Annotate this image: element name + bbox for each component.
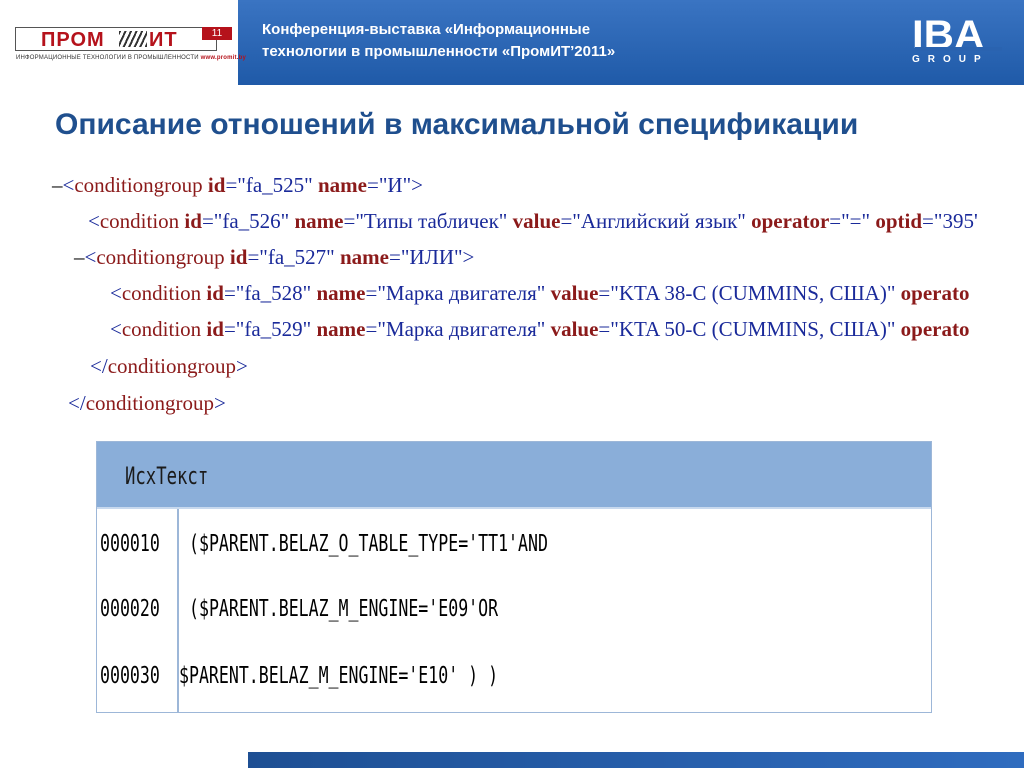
- promit-logo-slash-icon: [119, 31, 147, 47]
- xml-token-punc: </: [68, 391, 86, 415]
- promit-logo: ПРОМ ИТ 11 ИНФОРМАЦИОННЫЕ ТЕХНОЛОГИИ В П…: [0, 0, 246, 85]
- table-row-code: ($PARENT.BELAZ_O_TABLE_TYPE='TT1'AND: [189, 531, 548, 557]
- xml-token-punc: >: [236, 354, 248, 378]
- xml-line: </conditiongroup>: [68, 388, 226, 418]
- xml-token-attr: operator: [745, 209, 830, 233]
- xml-token-attr: value: [507, 209, 561, 233]
- xml-line: <condition id="fa_526" name="Типы таблич…: [88, 206, 978, 236]
- xml-token-attr: name: [289, 209, 344, 233]
- xml-token-val: ="fa_526": [201, 209, 290, 233]
- promit-logo-subtitle-text: ИНФОРМАЦИОННЫЕ ТЕХНОЛОГИИ В ПРОМЫШЛЕННОС…: [16, 55, 199, 61]
- collapse-minus-icon[interactable]: –: [74, 245, 85, 269]
- promit-logo-text-1: ПРОМ: [41, 29, 105, 51]
- xml-token-val: ="=": [829, 209, 871, 233]
- xml-token-punc: <: [110, 281, 122, 305]
- xml-token-attr: name: [334, 245, 389, 269]
- xml-token-punc: </: [90, 354, 108, 378]
- xml-token-val: ="KTA 50-C (CUMMINS, США)": [598, 317, 896, 341]
- table-header-label: ИсхТекст: [125, 462, 209, 490]
- table-row-code: ($PARENT.BELAZ_M_ENGINE='E09'OR: [189, 596, 499, 622]
- xml-token-punc: <: [84, 245, 97, 269]
- xml-token-attr: value: [545, 281, 599, 305]
- xml-token-attr: operato: [895, 317, 970, 341]
- xml-token-attr: id: [201, 317, 224, 341]
- xml-token-val: ="fa_525": [225, 173, 313, 197]
- xml-token-val: ="395': [922, 209, 978, 233]
- xml-token-attr: name: [311, 317, 366, 341]
- header-bar: ПРОМ ИТ 11 ИНФОРМАЦИОННЫЕ ТЕХНОЛОГИИ В П…: [0, 0, 1024, 85]
- xml-token-attr: value: [545, 317, 599, 341]
- promit-logo-text-2: ИТ: [149, 29, 178, 51]
- xml-token-attr: optid: [870, 209, 923, 233]
- iba-group-logo: IBA GROUP: [912, 14, 1008, 70]
- xml-token-val: ="fa_527": [247, 245, 335, 269]
- promit-logo-subtitle: ИНФОРМАЦИОННЫЕ ТЕХНОЛОГИИ В ПРОМЫШЛЕННОС…: [16, 55, 246, 61]
- xml-line: </conditiongroup>: [90, 351, 248, 381]
- conference-title: Конференция-выставка «Информационные тех…: [262, 19, 722, 63]
- xml-token-val: ="Марка двигателя": [365, 281, 546, 305]
- xml-token-tag: conditiongroup: [74, 173, 203, 197]
- xml-token-val: ="Типы табличек": [343, 209, 508, 233]
- xml-token-punc: >: [214, 391, 226, 415]
- xml-token-punc: <: [110, 317, 122, 341]
- xml-token-attr: id: [224, 245, 248, 269]
- xml-line: <condition id="fa_529" name="Марка двига…: [110, 314, 970, 344]
- iba-logo-group-text: GROUP: [912, 54, 989, 65]
- xml-token-val: ="KTA 38-C (CUMMINS, США)": [598, 281, 896, 305]
- xml-token-punc: <: [88, 209, 100, 233]
- conference-title-line-2: технологии в промышленности «ПромИТ’2011…: [262, 43, 616, 60]
- xml-token-attr: id: [201, 281, 224, 305]
- xml-token-tag: conditiongroup: [96, 245, 225, 269]
- table-row-number: 000010: [100, 531, 160, 557]
- promit-logo-url: www.promit.by: [200, 55, 246, 61]
- promit-logo-frame: ПРОМ ИТ: [15, 27, 217, 51]
- xml-token-attr: id: [202, 173, 226, 197]
- xml-line: <condition id="fa_528" name="Марка двига…: [110, 278, 970, 308]
- footer-bar: [248, 752, 1024, 768]
- xml-token-attr: id: [179, 209, 202, 233]
- xml-line: –<conditiongroup id="fa_527" name="ИЛИ">: [74, 242, 474, 272]
- xml-token-tag: conditiongroup: [107, 354, 237, 378]
- xml-token-val: ="ИЛИ">: [389, 245, 475, 269]
- xml-token-val: ="fa_528": [223, 281, 312, 305]
- xml-token-attr: name: [312, 173, 367, 197]
- xml-token-tag: condition: [121, 281, 202, 305]
- iba-logo-stripe: [915, 47, 1002, 51]
- conference-title-line-1: Конференция-выставка «Информационные: [262, 21, 591, 38]
- table-row-number: 000020: [100, 596, 160, 622]
- collapse-minus-icon[interactable]: –: [52, 173, 63, 197]
- xml-token-val: ="fa_529": [223, 317, 312, 341]
- xml-token-val: ="Марка двигателя": [365, 317, 546, 341]
- xml-token-punc: <: [62, 173, 75, 197]
- table-row-code: $PARENT.BELAZ_M_ENGINE='E10' ) ): [179, 663, 499, 689]
- xml-line: –<conditiongroup id="fa_525" name="И">: [52, 170, 423, 200]
- xml-token-tag: conditiongroup: [85, 391, 215, 415]
- xml-token-tag: condition: [99, 209, 180, 233]
- xml-token-val: ="И">: [367, 173, 423, 197]
- table-header: ИсхТекст: [97, 442, 931, 509]
- page-title: Описание отношений в максимальной специф…: [55, 108, 859, 141]
- xml-token-attr: operato: [895, 281, 970, 305]
- source-text-table: ИсхТекст 000010 ($PARENT.BELAZ_O_TABLE_T…: [96, 441, 932, 713]
- xml-token-attr: name: [311, 281, 366, 305]
- xml-token-tag: condition: [121, 317, 202, 341]
- xml-token-val: ="Английский язык": [560, 209, 746, 233]
- table-row-number: 000030: [100, 663, 160, 689]
- promit-logo-badge: 11: [202, 27, 232, 40]
